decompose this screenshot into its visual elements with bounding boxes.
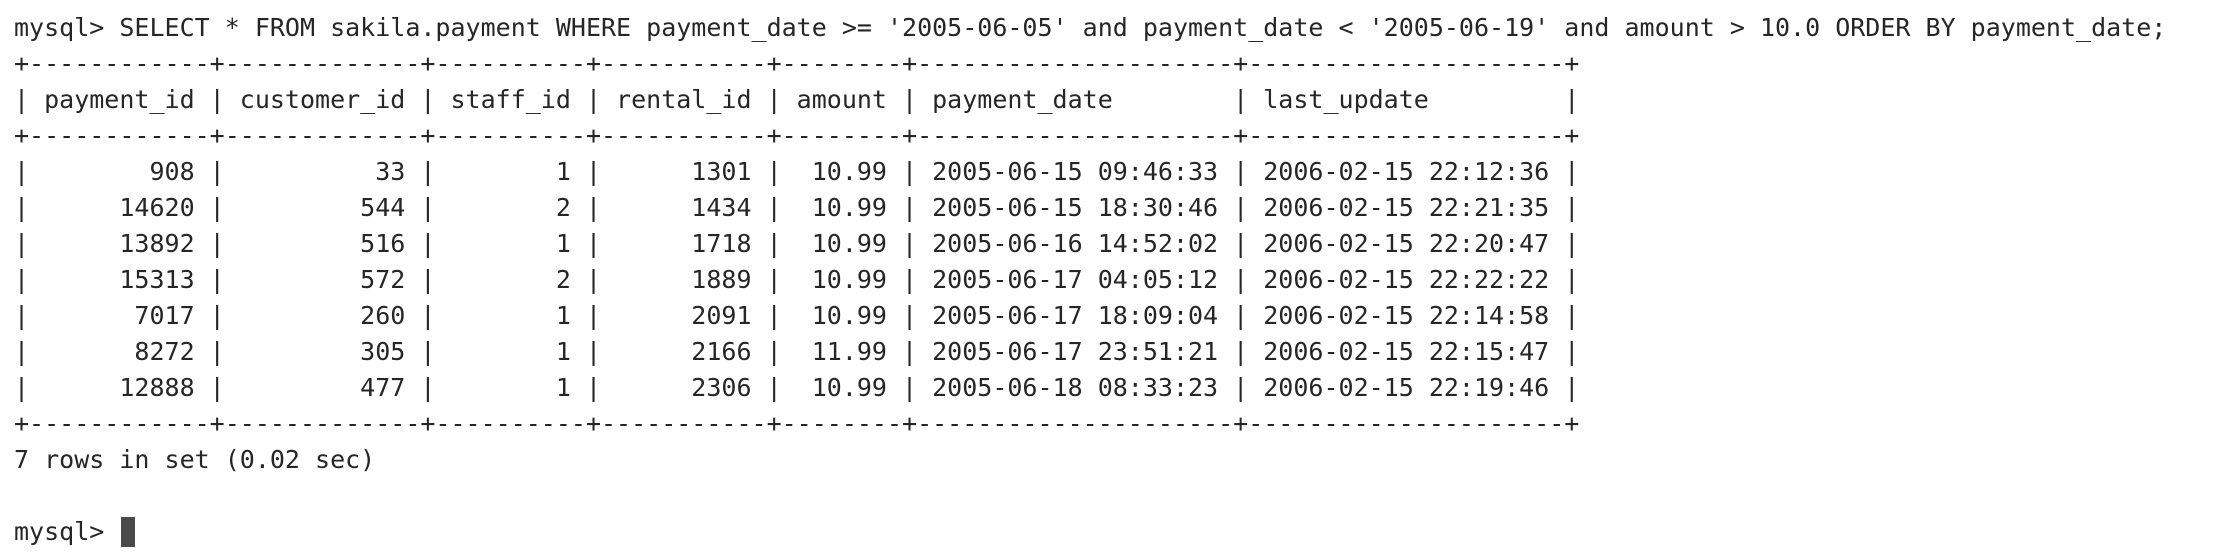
table-border-bottom: +------------+-------------+----------+-…	[14, 409, 1580, 438]
table-row: | 15313 | 572 | 2 | 1889 | 10.99 | 2005-…	[14, 265, 1580, 294]
table-row: | 908 | 33 | 1 | 1301 | 10.99 | 2005-06-…	[14, 157, 1580, 186]
table-border-top: +------------+-------------+----------+-…	[14, 49, 1580, 78]
table-row: | 8272 | 305 | 1 | 2166 | 11.99 | 2005-0…	[14, 337, 1580, 366]
command-line: mysql> SELECT * FROM sakila.payment WHER…	[14, 10, 2224, 46]
prompt: mysql>	[14, 517, 120, 546]
table-row: | 14620 | 544 | 2 | 1434 | 10.99 | 2005-…	[14, 193, 1580, 222]
table-row: | 7017 | 260 | 1 | 2091 | 10.99 | 2005-0…	[14, 301, 1580, 330]
input-line[interactable]: mysql>	[14, 514, 2224, 550]
terminal-window[interactable]: mysql> SELECT * FROM sakila.payment WHER…	[14, 10, 2224, 548]
result-summary: 7 rows in set (0.02 sec)	[14, 445, 376, 474]
sql-query: SELECT * FROM sakila.payment WHERE payme…	[119, 13, 2167, 42]
prompt: mysql>	[14, 13, 120, 42]
table-header-row: | payment_id | customer_id | staff_id | …	[14, 85, 1580, 114]
table-border-header: +------------+-------------+----------+-…	[14, 121, 1580, 150]
result-table: +------------+-------------+----------+-…	[14, 46, 2224, 442]
table-row: | 13892 | 516 | 1 | 1718 | 10.99 | 2005-…	[14, 229, 1580, 258]
table-row: | 12888 | 477 | 1 | 2306 | 10.99 | 2005-…	[14, 373, 1580, 402]
text-cursor	[121, 517, 136, 547]
table-body: | 908 | 33 | 1 | 1301 | 10.99 | 2005-06-…	[14, 154, 2224, 406]
